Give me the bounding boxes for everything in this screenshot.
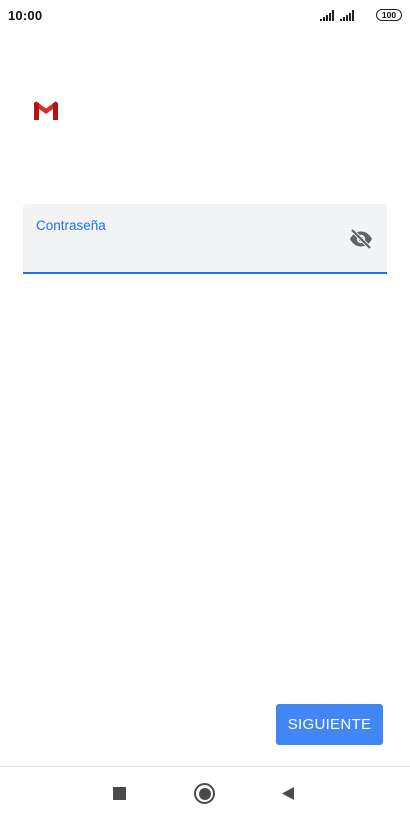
screen: 10:00 100 Contraseña SIGUIENTE [0,0,410,820]
status-icons: 100 [320,9,402,21]
signal-icon [340,9,354,21]
password-input[interactable] [36,236,336,264]
back-triangle-icon[interactable] [281,786,295,801]
gmail-logo-icon [34,101,58,120]
status-time: 10:00 [8,7,43,23]
recents-square-icon[interactable] [113,787,126,800]
password-field[interactable]: Contraseña [23,204,387,274]
status-bar: 10:00 100 [0,0,410,30]
next-button[interactable]: SIGUIENTE [276,704,383,745]
signal-icon [320,9,334,21]
password-label: Contraseña [36,218,106,233]
battery-icon: 100 [376,9,402,21]
visibility-off-icon[interactable] [347,226,375,252]
home-circle-icon[interactable] [194,783,215,804]
nav-bar [0,766,410,820]
